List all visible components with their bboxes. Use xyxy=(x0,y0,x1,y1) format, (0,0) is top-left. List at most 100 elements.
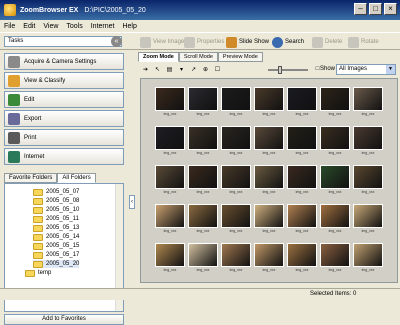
folder-item[interactable]: 2005_05_17 xyxy=(33,251,79,259)
task-edit[interactable]: Edit xyxy=(4,91,124,108)
photo-thumbnail[interactable]: img_xxx xyxy=(254,165,284,197)
photo-thumbnail[interactable]: img_xxx xyxy=(320,165,350,197)
photo-thumbnail[interactable]: img_xxx xyxy=(353,87,383,119)
photo-thumbnail[interactable]: img_xxx xyxy=(353,126,383,158)
search-button[interactable]: Search xyxy=(272,35,304,49)
thumbnail-image xyxy=(254,204,284,228)
filter-icon[interactable]: ▾ xyxy=(177,66,186,75)
zoom-icon[interactable]: ⊕ xyxy=(201,66,210,75)
status-bar: Selected Items: 0 xyxy=(0,288,400,300)
close-icon[interactable]: × xyxy=(384,3,397,15)
camera-icon xyxy=(8,55,20,68)
menu-edit[interactable]: Edit xyxy=(23,23,35,30)
photo-thumbnail[interactable]: img_xxx xyxy=(221,165,251,197)
photo-thumbnail[interactable]: img_xxx xyxy=(254,243,284,275)
photo-thumbnail[interactable]: img_xxx xyxy=(188,243,218,275)
tab-all-folders[interactable]: All Folders xyxy=(57,173,96,183)
pointer-icon[interactable]: ↗ xyxy=(189,66,198,75)
photo-thumbnail[interactable]: img_xxx xyxy=(155,204,185,236)
menu-help[interactable]: Help xyxy=(122,23,136,30)
slide-show-button[interactable]: Slide Show xyxy=(226,35,269,49)
task-print[interactable]: Print xyxy=(4,129,124,146)
select-tool-icon[interactable]: ↖ xyxy=(153,66,162,75)
photo-thumbnail[interactable]: img_xxx xyxy=(287,204,317,236)
tab-zoom-mode[interactable]: Zoom Mode xyxy=(138,52,179,62)
menu-internet[interactable]: Internet xyxy=(91,23,115,30)
zoom-slider-thumb[interactable] xyxy=(278,66,282,74)
window-title: ZoomBrowser EX D:\PIC\2005_05_20 xyxy=(20,7,146,14)
photo-thumbnail[interactable]: img_xxx xyxy=(221,204,251,236)
photo-thumbnail[interactable]: img_xxx xyxy=(320,243,350,275)
photo-thumbnail[interactable]: img_xxx xyxy=(254,204,284,236)
thumbnail-caption: img_xxx xyxy=(328,190,342,194)
tab-scroll-mode[interactable]: Scroll Mode xyxy=(178,52,218,62)
photo-thumbnail[interactable]: img_xxx xyxy=(188,165,218,197)
photo-thumbnail[interactable]: img_xxx xyxy=(320,87,350,119)
zoom-slider-track[interactable] xyxy=(268,69,308,71)
thumbnail-caption: img_xxx xyxy=(295,190,309,194)
thumbnail-caption: img_xxx xyxy=(262,229,276,233)
photo-thumbnail[interactable]: img_xxx xyxy=(287,126,317,158)
sort-icon[interactable]: ▤ xyxy=(165,66,174,75)
photo-thumbnail[interactable]: img_xxx xyxy=(353,165,383,197)
photo-thumbnail[interactable]: img_xxx xyxy=(188,87,218,119)
thumbnail-caption: img_xxx xyxy=(361,112,375,116)
rotate-button[interactable]: Rotate xyxy=(348,35,379,49)
folder-item[interactable]: 2005_05_07 xyxy=(33,188,79,196)
photo-thumbnail[interactable]: img_xxx xyxy=(221,243,251,275)
photo-thumbnail[interactable]: img_xxx xyxy=(287,87,317,119)
folder-item[interactable]: 2005_05_08 xyxy=(33,197,79,205)
checkbox-icon[interactable]: ☐ xyxy=(213,66,222,75)
add-to-favorites-button[interactable]: Add to Favorites xyxy=(4,314,124,325)
photo-thumbnail[interactable]: img_xxx xyxy=(221,126,251,158)
folder-item[interactable]: 2005_05_14 xyxy=(33,233,79,241)
folder-item-selected[interactable]: 2005_05_20 xyxy=(33,260,80,268)
photo-thumbnail[interactable]: img_xxx xyxy=(155,87,185,119)
thumbnail-image xyxy=(254,165,284,189)
photo-thumbnail[interactable]: img_xxx xyxy=(155,243,185,275)
export-icon xyxy=(8,112,20,125)
view-image-button[interactable]: View Image xyxy=(140,35,184,49)
photo-thumbnail[interactable]: img_xxx xyxy=(254,87,284,119)
menu-file[interactable]: File xyxy=(4,23,15,30)
minimize-icon[interactable]: – xyxy=(354,3,367,15)
photo-thumbnail[interactable]: img_xxx xyxy=(287,165,317,197)
photo-thumbnail[interactable]: img_xxx xyxy=(353,243,383,275)
tasks-collapse-icon[interactable]: « xyxy=(111,36,122,47)
thumbnail-caption: img_xxx xyxy=(163,229,177,233)
thumbnail-image xyxy=(188,243,218,267)
task-acquire[interactable]: Acquire & Camera Settings xyxy=(4,53,124,70)
photo-thumbnail[interactable]: img_xxx xyxy=(320,204,350,236)
task-view-classify[interactable]: View & Classify xyxy=(4,72,124,89)
tab-preview-mode[interactable]: Preview Mode xyxy=(217,52,263,62)
photo-thumbnail[interactable]: img_xxx xyxy=(155,165,185,197)
tasks-sidebar: Acquire & Camera Settings View & Classif… xyxy=(0,50,128,325)
chevron-left-icon[interactable]: ‹ xyxy=(129,195,135,209)
folder-item[interactable]: temp xyxy=(25,269,51,277)
maximize-icon[interactable]: □ xyxy=(369,3,382,15)
folder-icon xyxy=(33,242,43,250)
task-export[interactable]: Export xyxy=(4,110,124,127)
photo-thumbnail[interactable]: img_xxx xyxy=(155,126,185,158)
task-internet[interactable]: Internet xyxy=(4,148,124,165)
folder-item[interactable]: 2005_05_11 xyxy=(33,215,79,223)
folder-item[interactable]: 2005_05_10 xyxy=(33,206,79,214)
photo-thumbnail[interactable]: img_xxx xyxy=(188,126,218,158)
photo-thumbnail[interactable]: img_xxx xyxy=(188,204,218,236)
delete-icon xyxy=(312,36,323,48)
sidebar-splitter[interactable]: ‹ xyxy=(128,50,136,288)
menu-tools[interactable]: Tools xyxy=(66,23,82,30)
photo-thumbnail[interactable]: img_xxx xyxy=(221,87,251,119)
tab-favorite-folders[interactable]: Favorite Folders xyxy=(4,173,58,183)
properties-button[interactable]: Properties xyxy=(184,35,224,49)
delete-button[interactable]: Delete xyxy=(312,35,342,49)
photo-thumbnail[interactable]: img_xxx xyxy=(320,126,350,158)
photo-thumbnail[interactable]: img_xxx xyxy=(287,243,317,275)
folder-item[interactable]: 2005_05_15 xyxy=(33,242,79,250)
menu-view[interactable]: View xyxy=(43,23,58,30)
arrow-icon[interactable]: ➔ xyxy=(141,66,150,75)
folder-item[interactable]: 2005_05_13 xyxy=(33,224,79,232)
photo-thumbnail[interactable]: img_xxx xyxy=(353,204,383,236)
show-filter-select[interactable]: All Images ▼ xyxy=(336,64,396,75)
photo-thumbnail[interactable]: img_xxx xyxy=(254,126,284,158)
